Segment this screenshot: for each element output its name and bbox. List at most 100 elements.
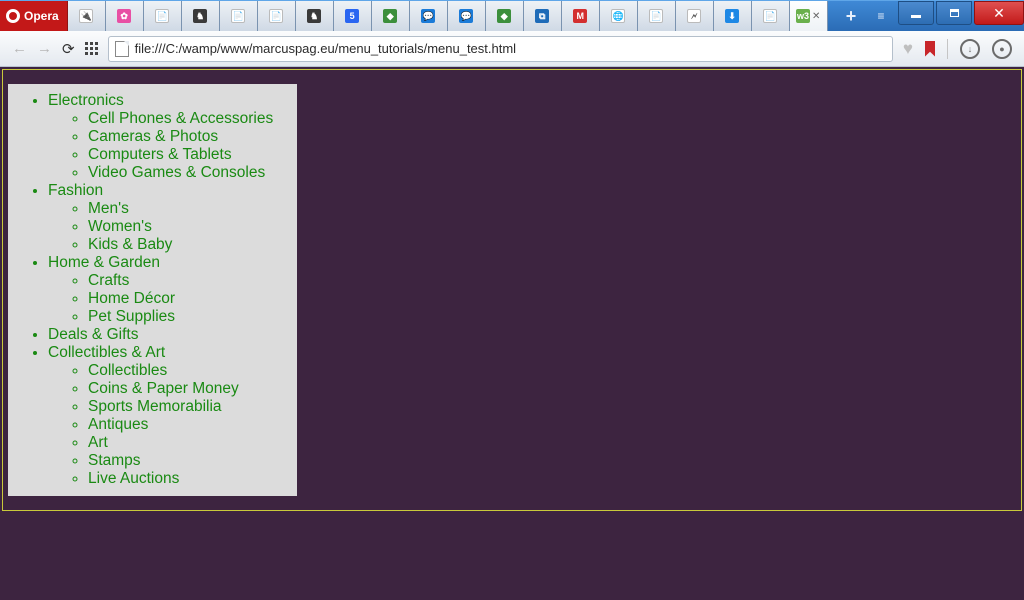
subcategory-item[interactable]: Cell Phones & Accessories <box>88 110 293 128</box>
tab[interactable]: ♞ <box>296 1 334 31</box>
tab-favicon: 📄 <box>763 9 777 23</box>
category-item[interactable]: Deals & Gifts <box>48 326 293 344</box>
tab[interactable]: 💬 <box>410 1 448 31</box>
browser-toolbar: ← → ⟳ file:///C:/wamp/www/marcuspag.eu/m… <box>0 31 1024 67</box>
tab[interactable]: M <box>562 1 600 31</box>
tab[interactable]: 5 <box>334 1 372 31</box>
tab-favicon: ♞ <box>193 9 207 23</box>
subcategory-item[interactable]: Computers & Tablets <box>88 146 293 164</box>
favorite-button[interactable]: ♥ <box>903 39 913 59</box>
tab[interactable]: 🗲 <box>676 1 714 31</box>
tab-favicon: 📄 <box>231 9 245 23</box>
tab-favicon: 5 <box>345 9 359 23</box>
downloads-button[interactable]: ↓ <box>960 39 980 59</box>
tab[interactable]: ⧉ <box>524 1 562 31</box>
category-label: Fashion <box>48 182 103 199</box>
tab-favicon: w3 <box>796 9 810 23</box>
page-viewport: ElectronicsCell Phones & AccessoriesCame… <box>0 67 1024 600</box>
tab-favicon: ◆ <box>497 9 511 23</box>
category-item[interactable]: Collectibles & ArtCollectiblesCoins & Pa… <box>48 344 293 488</box>
speed-dial-button[interactable] <box>85 42 98 55</box>
tab-favicon: 🌐 <box>611 9 625 23</box>
tab[interactable]: 🌐 <box>600 1 638 31</box>
window-titlebar: Opera 🔌✿📄♞📄📄♞5◆💬💬◆⧉M🌐📄🗲⬇📄w3✕ + ≡ ✕ <box>0 0 1024 31</box>
category-item[interactable]: FashionMen'sWomen'sKids & Baby <box>48 182 293 254</box>
toolbar-separator <box>947 39 948 59</box>
tab[interactable]: ◆ <box>372 1 410 31</box>
tab[interactable]: 🔌 <box>68 1 106 31</box>
subcategory-item[interactable]: Antiques <box>88 416 293 434</box>
tab-favicon: ⬇ <box>725 9 739 23</box>
tab-favicon: ◆ <box>383 9 397 23</box>
bookmark-icon <box>925 41 935 57</box>
bookmark-button[interactable] <box>925 41 935 57</box>
subcategory-item[interactable]: Men's <box>88 200 293 218</box>
category-list: ElectronicsCell Phones & AccessoriesCame… <box>8 92 293 488</box>
window-close-button[interactable]: ✕ <box>974 1 1024 25</box>
user-icon: ● <box>992 39 1012 59</box>
tab[interactable]: ✿ <box>106 1 144 31</box>
tab-favicon: 💬 <box>421 9 435 23</box>
subcategory-list: Men'sWomen'sKids & Baby <box>48 200 293 254</box>
subcategory-list: CraftsHome DécorPet Supplies <box>48 272 293 326</box>
subcategory-item[interactable]: Collectibles <box>88 362 293 380</box>
tab[interactable]: 💬 <box>448 1 486 31</box>
tab-favicon: 🔌 <box>79 9 93 23</box>
subcategory-item[interactable]: Pet Supplies <box>88 308 293 326</box>
window-maximize-button[interactable] <box>936 1 972 25</box>
subcategory-item[interactable]: Stamps <box>88 452 293 470</box>
tab-favicon: ♞ <box>307 9 321 23</box>
category-item[interactable]: ElectronicsCell Phones & AccessoriesCame… <box>48 92 293 182</box>
account-button[interactable]: ● <box>992 39 1012 59</box>
category-label: Deals & Gifts <box>48 326 138 343</box>
app-label: Opera <box>24 9 59 23</box>
category-menu: ElectronicsCell Phones & AccessoriesCame… <box>8 84 297 496</box>
tab-strip: 🔌 ✿ 📄 ♞ 📄 📄 ♞ 5 ◆ 💬 💬 ◆ ⧉ M 🌐 📄 🗲 ⬇ 📄 w3✕ <box>68 1 836 31</box>
tab-favicon: 📄 <box>649 9 663 23</box>
tab-favicon: 💬 <box>459 9 473 23</box>
subcategory-item[interactable]: Kids & Baby <box>88 236 293 254</box>
tab[interactable]: ⬇ <box>714 1 752 31</box>
window-controls: ✕ <box>896 1 1024 31</box>
category-item[interactable]: Home & GardenCraftsHome DécorPet Supplie… <box>48 254 293 326</box>
tab-favicon: 📄 <box>269 9 283 23</box>
toolbar-right: ♥ ↓ ● <box>903 39 1012 59</box>
tab[interactable]: ◆ <box>486 1 524 31</box>
tab-close-button[interactable]: ✕ <box>812 11 820 22</box>
tab-active[interactable]: w3✕ <box>790 1 828 31</box>
tab-favicon: ⧉ <box>535 9 549 23</box>
subcategory-item[interactable]: Coins & Paper Money <box>88 380 293 398</box>
nav-back-button[interactable]: ← <box>12 40 27 57</box>
new-tab-button[interactable]: + <box>836 1 866 31</box>
subcategory-item[interactable]: Art <box>88 434 293 452</box>
tab-favicon: M <box>573 9 587 23</box>
address-bar[interactable]: file:///C:/wamp/www/marcuspag.eu/menu_tu… <box>108 36 893 62</box>
page-identity-icon <box>115 41 129 57</box>
subcategory-list: CollectiblesCoins & Paper MoneySports Me… <box>48 362 293 488</box>
tab-menu-button[interactable]: ≡ <box>866 1 896 31</box>
url-text: file:///C:/wamp/www/marcuspag.eu/menu_tu… <box>135 41 517 56</box>
tab[interactable]: ♞ <box>182 1 220 31</box>
app-menu-button[interactable]: Opera <box>0 1 68 31</box>
tab-favicon: 📄 <box>155 9 169 23</box>
subcategory-item[interactable]: Home Décor <box>88 290 293 308</box>
subcategory-item[interactable]: Live Auctions <box>88 470 293 488</box>
category-label: Home & Garden <box>48 254 160 271</box>
subcategory-item[interactable]: Cameras & Photos <box>88 128 293 146</box>
opera-icon <box>6 9 20 23</box>
tab[interactable]: 📄 <box>752 1 790 31</box>
tab[interactable]: 📄 <box>258 1 296 31</box>
subcategory-item[interactable]: Video Games & Consoles <box>88 164 293 182</box>
subcategory-item[interactable]: Sports Memorabilia <box>88 398 293 416</box>
window-minimize-button[interactable] <box>898 1 934 25</box>
subcategory-item[interactable]: Women's <box>88 218 293 236</box>
nav-forward-button[interactable]: → <box>37 40 52 57</box>
tab[interactable]: 📄 <box>220 1 258 31</box>
tab[interactable]: 📄 <box>638 1 676 31</box>
tab[interactable]: 📄 <box>144 1 182 31</box>
subcategory-list: Cell Phones & AccessoriesCameras & Photo… <box>48 110 293 182</box>
subcategory-item[interactable]: Crafts <box>88 272 293 290</box>
category-label: Electronics <box>48 92 124 109</box>
tab-favicon: ✿ <box>117 9 131 23</box>
nav-reload-button[interactable]: ⟳ <box>62 40 75 58</box>
